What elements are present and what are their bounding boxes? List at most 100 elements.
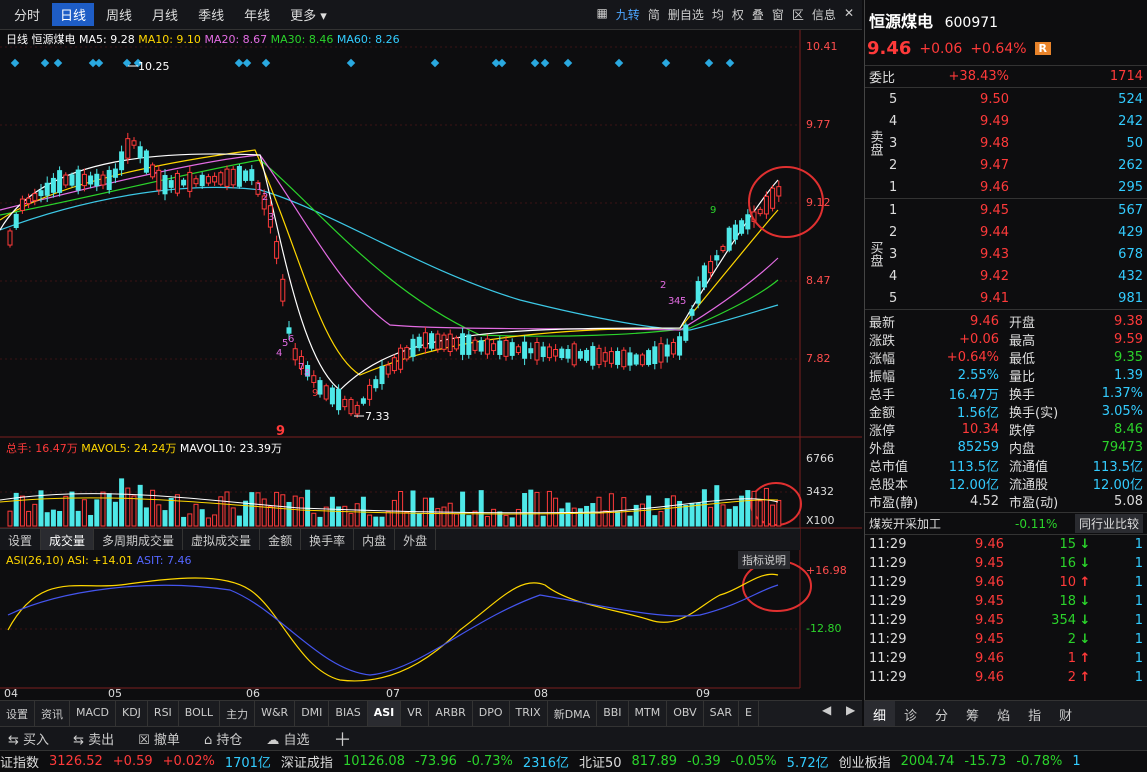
indicator-tab[interactable]: SAR xyxy=(704,701,740,726)
grid-icon[interactable]: ▦ xyxy=(596,6,607,23)
tab-yuexian[interactable]: 月线 xyxy=(144,3,186,26)
indicator-tab[interactable]: KDJ xyxy=(116,701,148,726)
indicator-tab[interactable]: TRIX xyxy=(510,701,548,726)
sector-name[interactable]: 煤炭开采加工 xyxy=(869,515,1015,532)
buy-row[interactable]: 1 9.45 567 xyxy=(889,199,1143,221)
sell-level: 2 xyxy=(889,157,898,173)
close-icon[interactable]: ✕ xyxy=(844,6,854,23)
cancel-order-button[interactable]: ☒ 撤单 xyxy=(138,729,180,748)
indicator-tab[interactable]: 设置 xyxy=(0,701,35,726)
tick-volume: 16 xyxy=(1059,556,1076,571)
detail-tab[interactable]: 筹 xyxy=(957,701,988,726)
indicator-tab[interactable]: BOLL xyxy=(179,701,221,726)
index-name[interactable]: 北证50 xyxy=(579,752,622,771)
subtab-volume[interactable]: 成交量 xyxy=(41,529,95,550)
subtab-multiperiod[interactable]: 多周期成交量 xyxy=(94,529,184,550)
chart-area[interactable]: 日线 恒源煤电 MA5: 9.28 MA10: 9.10 MA20: 8.67 … xyxy=(0,30,862,700)
range-button[interactable]: 区 xyxy=(792,6,804,23)
sell-row[interactable]: 5 9.50 524 xyxy=(889,88,1143,110)
detail-tab[interactable]: 分 xyxy=(926,701,957,726)
sell-row[interactable]: 2 9.47 262 xyxy=(889,154,1143,176)
watchlist-button[interactable]: ☁ 自选 xyxy=(266,729,309,748)
info-button[interactable]: 信息 xyxy=(812,6,836,23)
add-button[interactable]: ＋ xyxy=(334,726,352,752)
subtab-turnover[interactable]: 换手率 xyxy=(301,529,355,550)
index-name[interactable]: 创业板指 xyxy=(839,752,891,771)
jian-button[interactable]: 简 xyxy=(648,6,660,23)
subtab-inner[interactable]: 内盘 xyxy=(354,529,396,550)
volume-bar xyxy=(323,506,329,527)
sell-row[interactable]: 3 9.48 50 xyxy=(889,132,1143,154)
tick-volume: 2 xyxy=(1067,670,1076,685)
detail-tab[interactable]: 焰 xyxy=(988,701,1019,726)
subtab-outer[interactable]: 外盘 xyxy=(395,529,437,550)
stat-value: 12.00亿 xyxy=(1092,477,1143,493)
tab-jixian[interactable]: 季线 xyxy=(190,3,232,26)
detail-tab[interactable]: 财 xyxy=(1050,701,1081,726)
indicator-tab[interactable]: 资讯 xyxy=(35,701,70,726)
subtab-amount[interactable]: 金额 xyxy=(260,529,302,550)
indicator-tab[interactable]: 主力 xyxy=(220,701,256,726)
sell-row[interactable]: 4 9.49 242 xyxy=(889,110,1143,132)
indicator-tab[interactable]: W&R xyxy=(255,701,296,726)
stat-value: 1.39 xyxy=(1114,367,1143,383)
overlay-button[interactable]: 叠 xyxy=(752,6,764,23)
tick-count: 1 xyxy=(1134,632,1143,647)
rights-button[interactable]: 权 xyxy=(732,6,744,23)
sell-button[interactable]: ⇆ 卖出 xyxy=(73,729,114,748)
indicator-tab[interactable]: 新DMA xyxy=(548,701,598,726)
candle-body xyxy=(168,180,174,188)
tab-nianxian[interactable]: 年线 xyxy=(236,3,278,26)
tab-zhouxian[interactable]: 周线 xyxy=(98,3,140,26)
tick-time: 11:29 xyxy=(869,556,907,571)
detail-tab[interactable]: 指 xyxy=(1019,701,1050,726)
detail-tab[interactable]: 诊 xyxy=(895,701,926,726)
next-tab-button[interactable]: ▶ xyxy=(846,703,855,717)
stat-label: 量比 xyxy=(1009,369,1036,385)
buy-row[interactable]: 4 9.42 432 xyxy=(889,265,1143,287)
indicator-tab[interactable]: DMI xyxy=(295,701,330,726)
subtab-virtual[interactable]: 虚拟成交量 xyxy=(183,529,261,550)
indicator-tab[interactable]: ASI xyxy=(367,701,402,726)
avg-button[interactable]: 均 xyxy=(712,6,724,23)
indicator-tab[interactable]: OBV xyxy=(667,701,704,726)
tab-fenshi[interactable]: 分时 xyxy=(6,3,48,26)
svg-text:8: 8 xyxy=(304,368,310,379)
candle-body xyxy=(621,349,627,368)
window-button[interactable]: 窗 xyxy=(772,6,784,23)
indicator-tab[interactable]: E xyxy=(739,701,759,726)
subtab-settings[interactable]: 设置 xyxy=(0,529,42,550)
r-badge[interactable]: R xyxy=(1034,42,1052,55)
indicator-help-button[interactable]: 指标说明 xyxy=(738,551,790,569)
tab-rixian[interactable]: 日线 xyxy=(52,3,95,26)
tab-more[interactable]: 更多 ▾ xyxy=(282,3,335,26)
detail-tab[interactable]: 细 xyxy=(864,701,896,726)
sector-compare-button[interactable]: 同行业比较 xyxy=(1074,514,1143,533)
candle-body xyxy=(156,169,162,191)
volume-bar xyxy=(503,514,509,527)
indicator-tab[interactable]: RSI xyxy=(148,701,179,726)
volume-bar xyxy=(714,485,720,527)
indicator-tab[interactable]: MTM xyxy=(629,701,668,726)
indicator-tab[interactable]: MACD xyxy=(70,701,116,726)
index-name[interactable]: 证指数 xyxy=(0,752,39,771)
indicator-tab[interactable]: DPO xyxy=(473,701,510,726)
volume-bar xyxy=(255,492,261,527)
buy-button[interactable]: ⇆ 买入 xyxy=(8,729,49,748)
remove-watchlist-button[interactable]: 删自选 xyxy=(668,6,704,23)
jiuzhuan-button[interactable]: 九转 xyxy=(616,6,640,23)
buy-row[interactable]: 5 9.41 981 xyxy=(889,287,1143,309)
index-name[interactable]: 深证成指 xyxy=(281,752,333,771)
prev-tab-button[interactable]: ◀ xyxy=(822,703,831,717)
buy-row[interactable]: 2 9.44 429 xyxy=(889,221,1143,243)
candle-body xyxy=(515,346,521,354)
indicator-tab[interactable]: BIAS xyxy=(329,701,368,726)
indicator-tab[interactable]: VR xyxy=(401,701,430,726)
candle-body xyxy=(683,324,689,341)
sell-row[interactable]: 1 9.46 295 xyxy=(889,176,1143,198)
candle-body xyxy=(336,388,342,411)
indicator-tab[interactable]: ARBR xyxy=(429,701,473,726)
positions-button[interactable]: ⌂ 持仓 xyxy=(204,729,242,748)
buy-row[interactable]: 3 9.43 678 xyxy=(889,243,1143,265)
indicator-tab[interactable]: BBI xyxy=(597,701,629,726)
